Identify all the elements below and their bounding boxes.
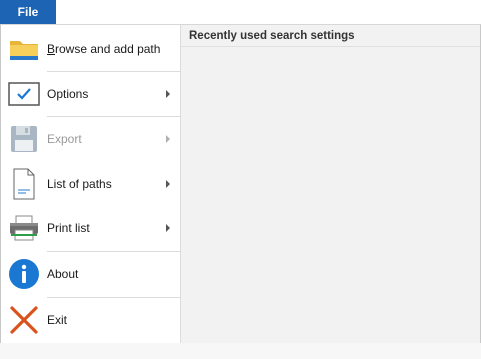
info-icon (8, 258, 40, 290)
exit-item[interactable]: Exit (1, 298, 180, 342)
about-item[interactable]: About (1, 252, 180, 296)
checkbox-icon (8, 78, 40, 110)
submenu-arrow-icon (166, 224, 170, 232)
exit-label: Exit (47, 313, 68, 327)
floppy-disk-icon (8, 123, 40, 155)
recent-settings-heading: Recently used search settings (181, 25, 480, 47)
export-item[interactable]: Export (1, 117, 180, 161)
folder-icon (8, 33, 40, 65)
submenu-arrow-icon (166, 90, 170, 98)
browse-add-path-item[interactable]: Browse and add path (1, 27, 180, 71)
recent-settings-pane: Recently used search settings (181, 25, 480, 343)
close-x-icon (8, 304, 40, 336)
menu-bar: File (0, 0, 481, 24)
print-list-label: Print list (47, 221, 90, 235)
submenu-arrow-icon (166, 135, 170, 143)
about-label: About (47, 267, 79, 281)
file-backstage-menu: Browse and add path Options Export List … (0, 24, 481, 344)
status-strip (0, 343, 481, 359)
list-of-paths-item[interactable]: List of paths (1, 162, 180, 206)
document-icon (8, 168, 40, 200)
menu-command-list: Browse and add path Options Export List … (1, 25, 181, 343)
options-item[interactable]: Options (1, 72, 180, 116)
list-of-paths-label: List of paths (47, 177, 112, 191)
file-tab[interactable]: File (0, 0, 56, 24)
print-list-item[interactable]: Print list (1, 206, 180, 250)
options-label: Options (47, 87, 89, 101)
browse-add-path-label: Browse and add path (47, 42, 161, 56)
printer-icon (8, 212, 40, 244)
submenu-arrow-icon (166, 180, 170, 188)
export-label: Export (47, 132, 82, 146)
